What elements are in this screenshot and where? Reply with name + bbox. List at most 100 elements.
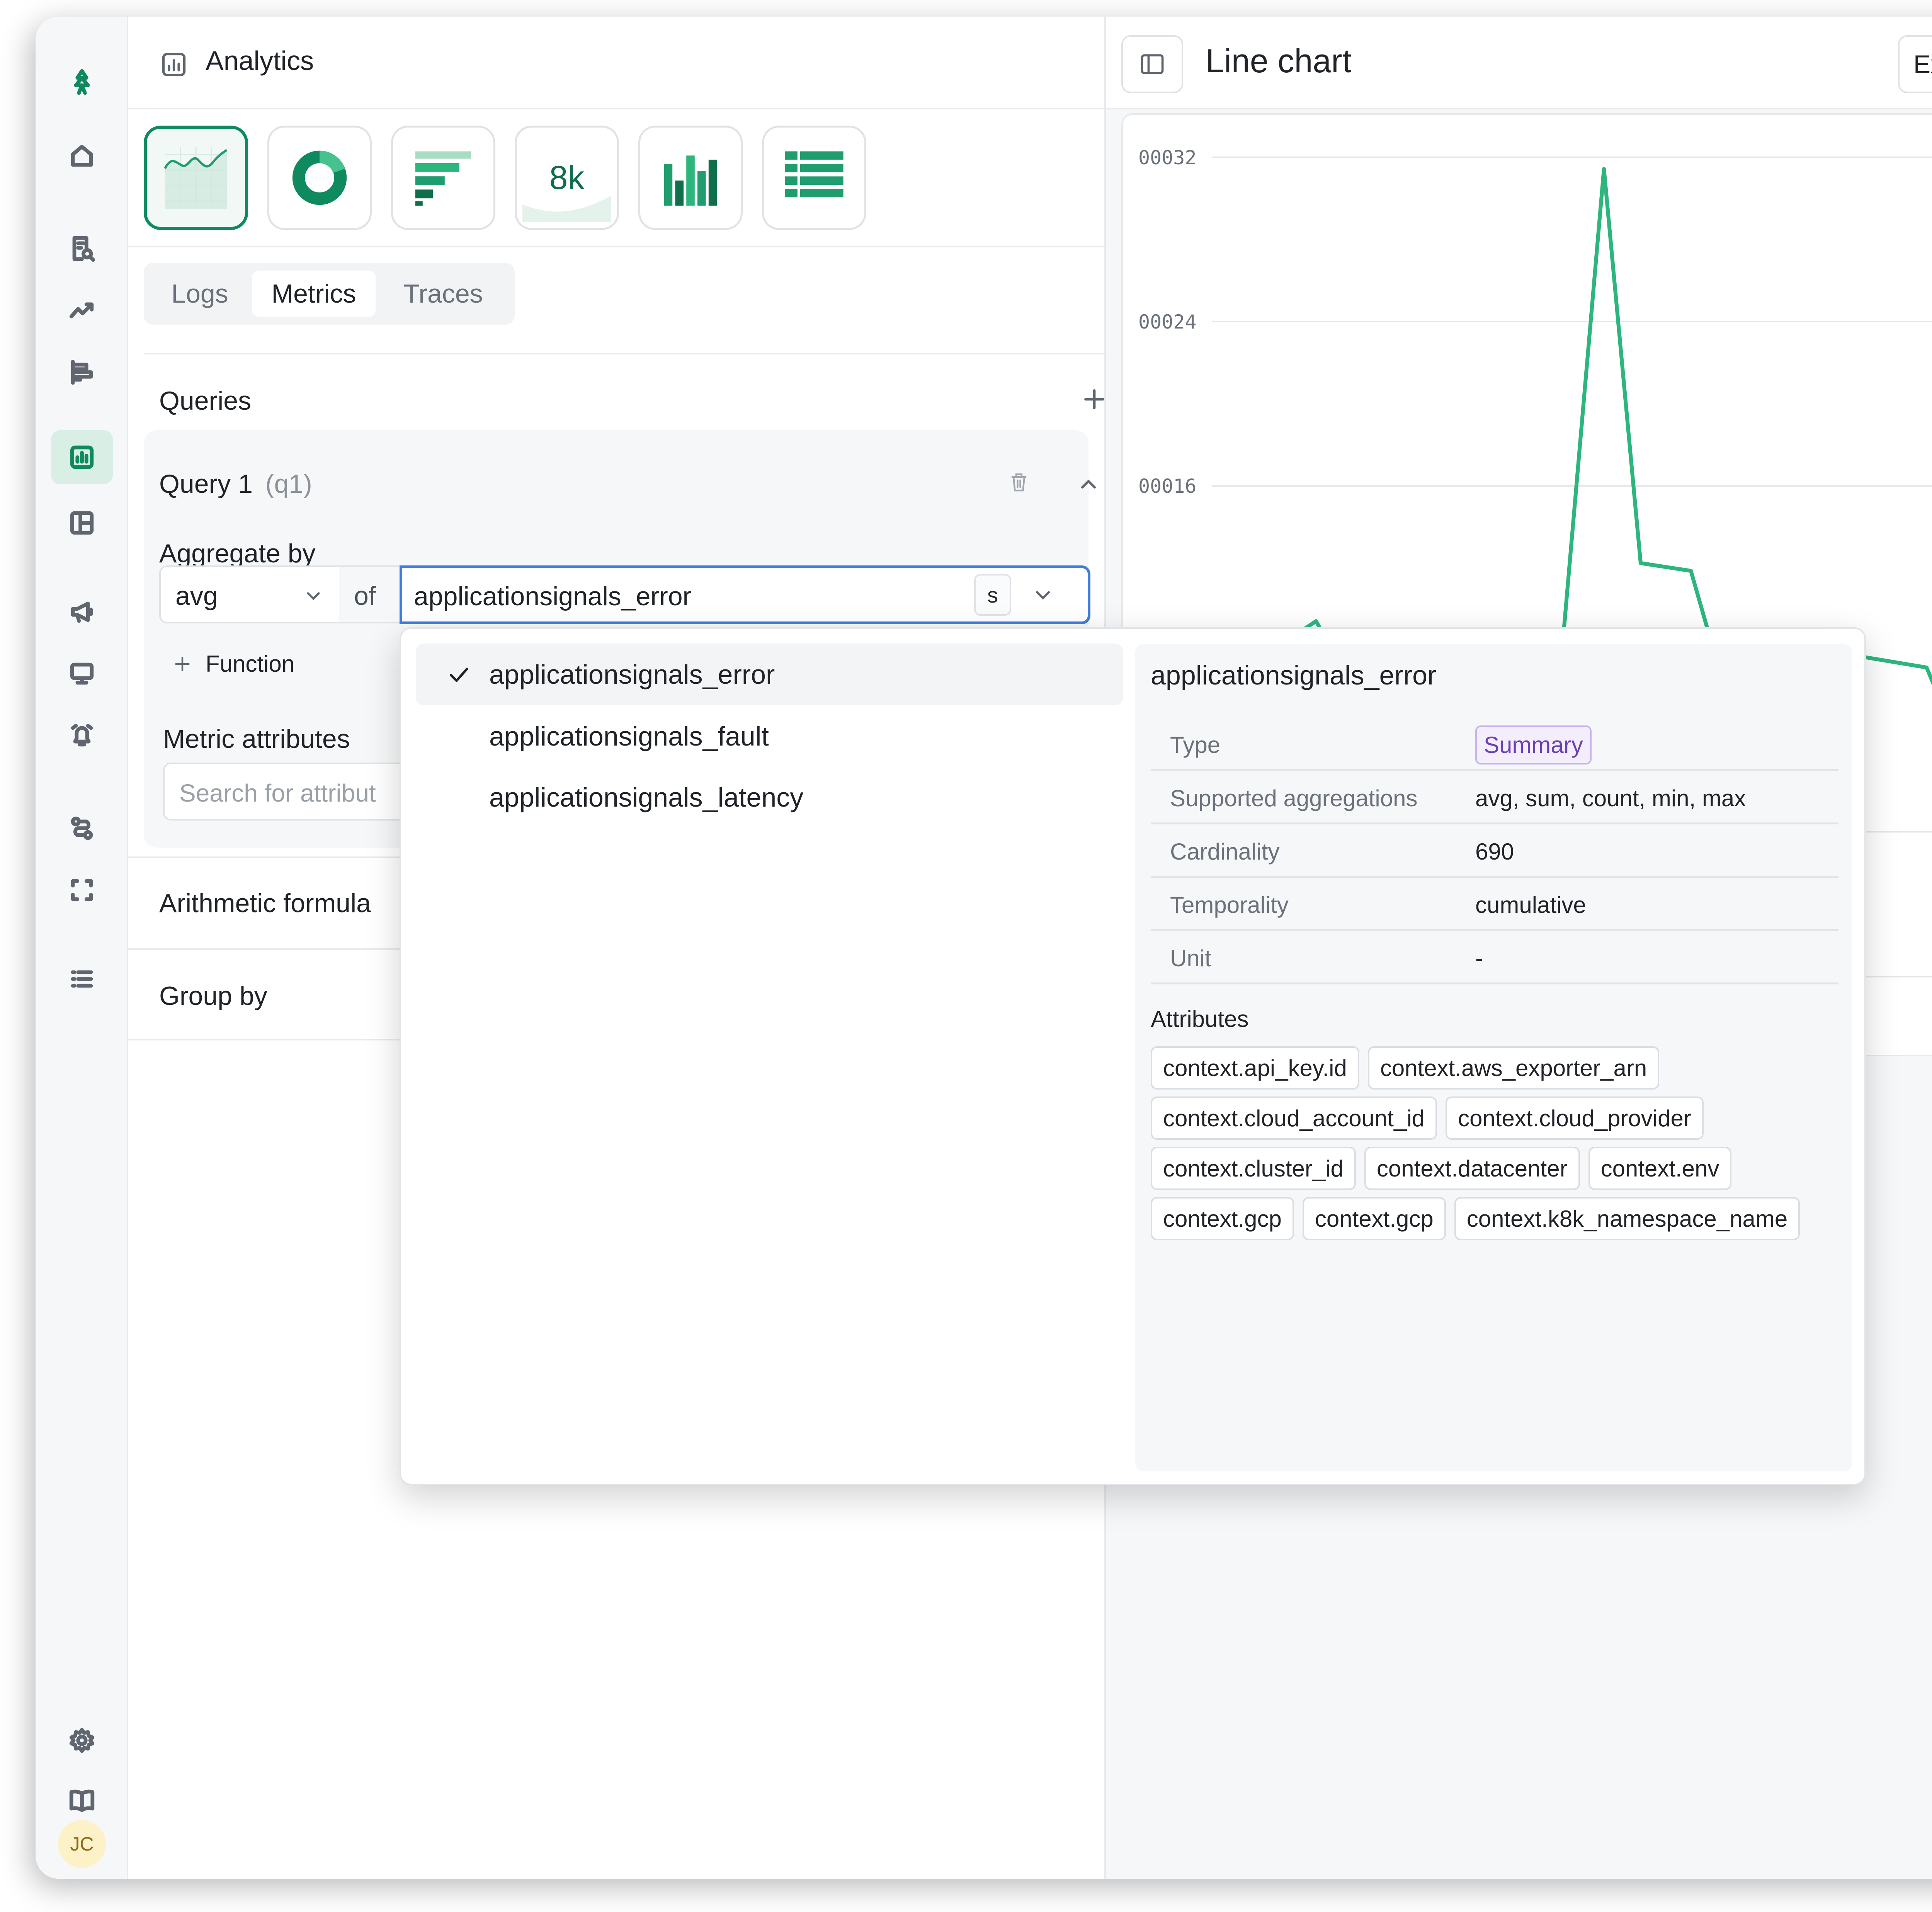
attribute-chip[interactable]: context.cloud_provider xyxy=(1446,1096,1704,1140)
chevron-up-icon xyxy=(1081,479,1096,489)
log-search-icon[interactable] xyxy=(51,221,113,276)
query-title: Query 1 (q1) xyxy=(159,469,312,499)
attribute-chip[interactable]: context.api_key.id xyxy=(1151,1046,1359,1090)
toggle-panel-button[interactable] xyxy=(1121,35,1183,93)
check-icon xyxy=(450,667,468,682)
attribute-chip[interactable]: context.gcp xyxy=(1302,1197,1446,1240)
sidebar: JC xyxy=(36,17,128,1879)
detail-row-type: Type Summary xyxy=(1151,718,1838,771)
detail-value: cumulative xyxy=(1475,892,1586,918)
detail-title: applicationsignals_error xyxy=(1151,660,1437,690)
detail-value: - xyxy=(1475,945,1483,971)
aggregate-label: Aggregate by xyxy=(159,539,316,568)
route-icon[interactable] xyxy=(51,801,113,855)
settings-icon[interactable] xyxy=(51,1713,113,1767)
source-tabs: Logs Metrics Traces xyxy=(144,263,515,325)
attribute-chip[interactable]: context.aws_exporter_arn xyxy=(1367,1046,1660,1090)
attribute-chip[interactable]: context.cloud_account_id xyxy=(1151,1096,1437,1140)
metric-option[interactable]: applicationsignals_latency xyxy=(416,766,1123,828)
y-tick-label: 00016 xyxy=(1138,475,1197,497)
analytics-icon[interactable] xyxy=(51,430,113,484)
metric-options-list: applicationsignals_error applicationsign… xyxy=(401,629,1135,1484)
metric-option-label: applicationsignals_error xyxy=(489,659,775,690)
list-icon[interactable] xyxy=(51,952,113,1006)
trash-icon xyxy=(1011,473,1027,492)
query-alias: (q1) xyxy=(265,469,312,499)
analytics-header-icon xyxy=(162,53,186,77)
attribute-search-placeholder: Search for attribut xyxy=(179,779,376,807)
table-icon xyxy=(785,151,844,197)
home-icon[interactable] xyxy=(51,129,113,183)
vertical-bar-icon xyxy=(664,155,717,206)
viz-donut-button[interactable] xyxy=(267,126,372,230)
dashboard-icon[interactable] xyxy=(51,496,113,550)
attribute-chips: context.api_key.id context.aws_exporter_… xyxy=(1151,1046,1842,1240)
stat-value-label: 8k xyxy=(549,159,585,196)
detail-key: Supported aggregations xyxy=(1170,785,1418,811)
detail-key: Cardinality xyxy=(1170,839,1280,865)
tab-logs[interactable]: Logs xyxy=(155,271,244,317)
collapse-query-button[interactable] xyxy=(1073,469,1108,500)
logo-icon[interactable] xyxy=(51,55,113,109)
add-function-button[interactable]: Function xyxy=(171,650,294,677)
y-tick-label: 00024 xyxy=(1138,311,1197,333)
aggregation-value: avg xyxy=(175,581,218,611)
aggregation-select[interactable]: avg xyxy=(159,565,341,623)
alarm-icon[interactable] xyxy=(51,708,113,763)
attribute-chip[interactable]: context.datacenter xyxy=(1364,1147,1580,1190)
chevron-down-icon[interactable] xyxy=(1028,581,1058,610)
tab-metrics[interactable]: Metrics xyxy=(252,271,376,317)
viz-stat-button[interactable]: 8k xyxy=(515,126,619,230)
trend-icon[interactable] xyxy=(51,283,113,337)
viz-table-button[interactable] xyxy=(762,126,866,230)
detail-key: Unit xyxy=(1170,945,1211,971)
metric-attributes-label: Metric attributes xyxy=(163,724,350,754)
metric-option-label: applicationsignals_latency xyxy=(489,782,804,812)
attribute-chip[interactable]: context.k8k_namespace_name xyxy=(1454,1197,1800,1240)
monitor-icon[interactable] xyxy=(51,647,113,701)
group-by-label[interactable]: Group by xyxy=(159,981,267,1011)
query-name: Query 1 xyxy=(159,469,253,499)
attributes-label: Attributes xyxy=(1151,1006,1249,1032)
detail-row-temporality: Temporality cumulative xyxy=(1151,878,1838,931)
detail-value: avg, sum, count, min, max xyxy=(1475,785,1746,811)
detail-key: Type xyxy=(1170,732,1221,758)
attribute-chip[interactable]: context.env xyxy=(1588,1147,1732,1190)
delete-query-button[interactable] xyxy=(1005,469,1036,500)
export-button[interactable]: Expo xyxy=(1898,35,1932,93)
metric-dropdown: applicationsignals_error applicationsign… xyxy=(400,627,1866,1485)
detail-row-cardinality: Cardinality 690 xyxy=(1151,824,1838,878)
of-label-cell: of xyxy=(339,565,401,623)
attribute-chip[interactable]: context.gcp xyxy=(1151,1197,1294,1240)
detail-row-aggregations: Supported aggregations avg, sum, count, … xyxy=(1151,771,1838,824)
function-label: Function xyxy=(206,651,295,677)
arithmetic-formula-label[interactable]: Arithmetic formula xyxy=(159,888,371,918)
page-title: Analytics xyxy=(206,46,314,76)
tab-traces[interactable]: Traces xyxy=(383,271,503,317)
viz-bar-horizontal-button[interactable] xyxy=(391,126,495,230)
metric-option[interactable]: applicationsignals_fault xyxy=(416,705,1123,767)
metric-select-input[interactable]: applicationsignals_error s xyxy=(400,565,1090,624)
user-avatar[interactable]: JC xyxy=(58,1820,106,1868)
y-tick-label: 00032 xyxy=(1138,146,1197,169)
attribute-chip[interactable]: context.cluster_id xyxy=(1151,1147,1356,1190)
metric-type-badge: s xyxy=(974,574,1011,616)
traces-icon[interactable] xyxy=(51,345,113,399)
chart-header: Line chart Expo xyxy=(1106,17,1932,109)
detail-key: Temporality xyxy=(1170,892,1289,918)
sidebar-toggle-icon xyxy=(1141,54,1164,74)
viz-bar-vertical-button[interactable] xyxy=(638,126,743,230)
queries-title: Queries xyxy=(159,386,252,415)
app-window: JC Analytics 8k Logs Metrics Traces Quer… xyxy=(36,17,1932,1879)
docs-book-icon[interactable] xyxy=(51,1773,113,1827)
chevron-down-icon xyxy=(307,592,320,600)
line-chart-icon xyxy=(164,147,228,209)
megaphone-icon[interactable] xyxy=(51,585,113,639)
metric-option-label: applicationsignals_fault xyxy=(489,721,769,751)
metric-value: applicationsignals_error xyxy=(414,582,692,611)
viz-line-button[interactable] xyxy=(144,126,248,230)
scan-icon[interactable] xyxy=(51,863,113,917)
metric-option[interactable]: applicationsignals_error xyxy=(416,644,1123,705)
donut-chart-icon xyxy=(292,150,347,205)
chart-title: Line chart xyxy=(1206,43,1352,80)
